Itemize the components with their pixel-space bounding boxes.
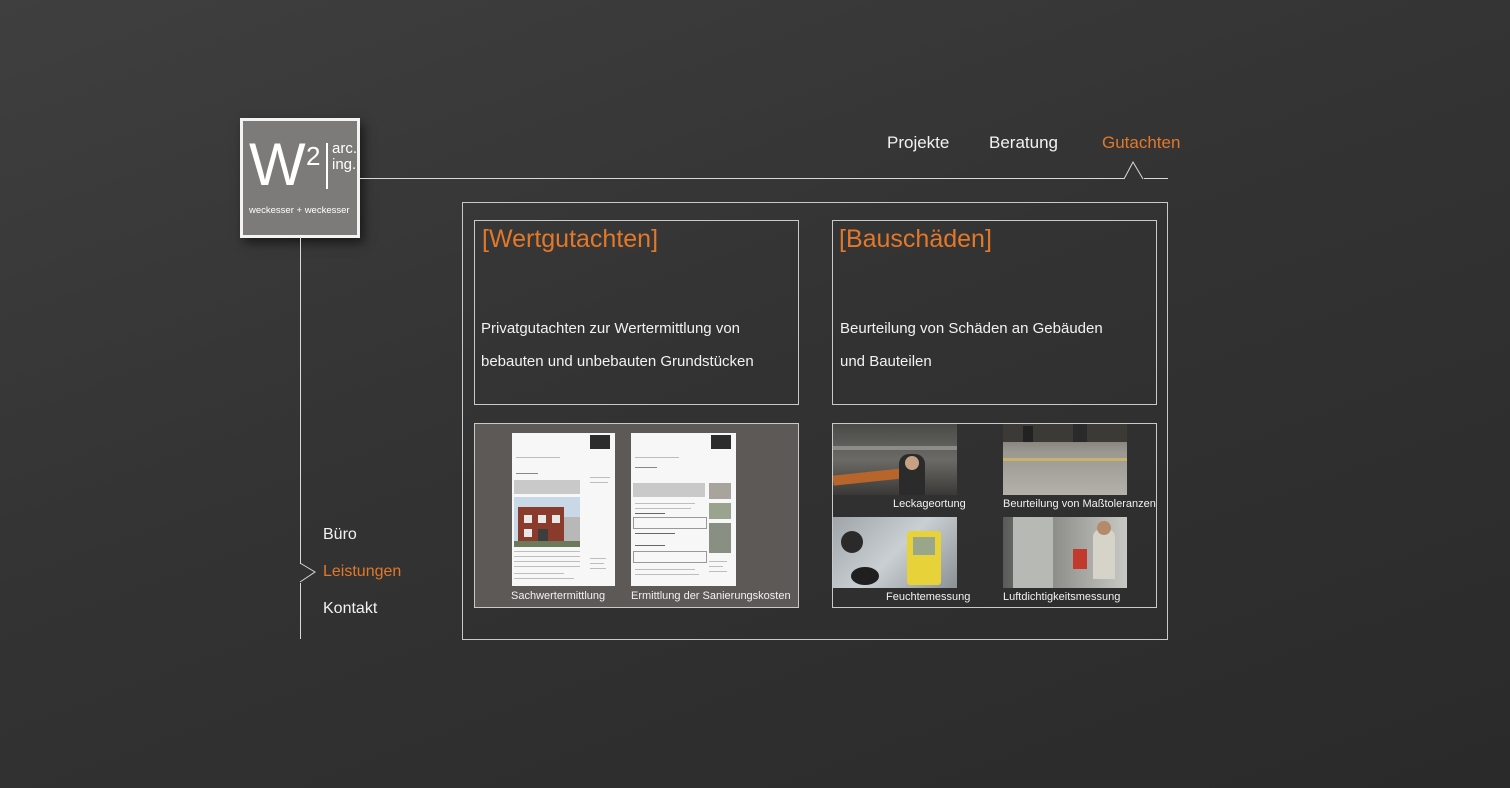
bauschaeden-title: [Bauschäden] <box>839 225 992 253</box>
wertgutachten-title: [Wertgutachten] <box>482 225 659 253</box>
sanierungskosten-thumbnail[interactable] <box>631 433 736 586</box>
sachwertermittlung-thumbnail[interactable] <box>512 433 615 586</box>
nav-beratung[interactable]: Beratung <box>989 133 1058 153</box>
side-nav-buero[interactable]: Büro <box>323 526 357 544</box>
bauschaeden-thumbnails: Leckageortung Beurteilung von Maßtoleran… <box>832 423 1157 608</box>
masstoleranzen-caption[interactable]: Beurteilung von Maßtoleranzen <box>1003 498 1156 510</box>
nav-gutachten[interactable]: Gutachten <box>1102 133 1180 153</box>
wertgutachten-text-1: Privatgutachten zur Wertermittlung von <box>481 320 741 337</box>
bauschaeden-text-1: Beurteilung von Schäden an Gebäuden <box>840 320 1103 337</box>
sidebar-line-bottom <box>300 583 301 639</box>
nav-pointer-icon <box>1123 160 1144 180</box>
wertgutachten-thumbnails: Sachwertermittlung Ermittlung der Sanier… <box>474 423 799 608</box>
logo-letter: W <box>249 131 306 198</box>
side-nav-leistungen[interactable]: Leistungen <box>323 563 401 581</box>
logo[interactable]: W 2 arc. ing. weckesser + weckesser <box>240 118 360 238</box>
leckageortung-caption[interactable]: Leckageortung <box>893 498 966 510</box>
side-nav-kontakt[interactable]: Kontakt <box>323 600 377 618</box>
bauschaeden-text-2: und Bauteilen <box>840 353 932 370</box>
masstoleranzen-photo[interactable] <box>1003 424 1127 495</box>
logo-arc: arc. <box>332 140 358 157</box>
logo-ing: ing. <box>332 156 357 173</box>
logo-subtitle: weckesser + weckesser <box>249 205 350 216</box>
sidebar-line-top <box>300 237 301 564</box>
bauschaeden-box: [Bauschäden] Beurteilung von Schäden an … <box>832 220 1157 405</box>
header-line <box>360 178 1124 179</box>
nav-projekte[interactable]: Projekte <box>887 133 949 153</box>
wertgutachten-text-2: bebauten und unbebauten Grundstücken <box>481 353 754 370</box>
logo-divider <box>326 143 328 189</box>
sanierungskosten-caption[interactable]: Ermittlung der Sanierungskosten <box>631 590 791 602</box>
sachwertermittlung-caption[interactable]: Sachwertermittlung <box>511 590 605 602</box>
leckageortung-photo[interactable] <box>833 424 957 495</box>
logo-superscript: 2 <box>306 141 321 171</box>
luftdichtigkeit-photo[interactable] <box>1003 517 1127 588</box>
luftdichtigkeit-caption[interactable]: Luftdichtigkeitsmessung <box>1003 591 1120 603</box>
feuchtemessung-photo[interactable] <box>833 517 957 588</box>
side-pointer-icon <box>299 562 316 583</box>
wertgutachten-box: [Wertgutachten] Privatgutachten zur Wert… <box>474 220 799 405</box>
header-line-end <box>1144 178 1168 179</box>
feuchtemessung-caption[interactable]: Feuchtemessung <box>886 591 970 603</box>
